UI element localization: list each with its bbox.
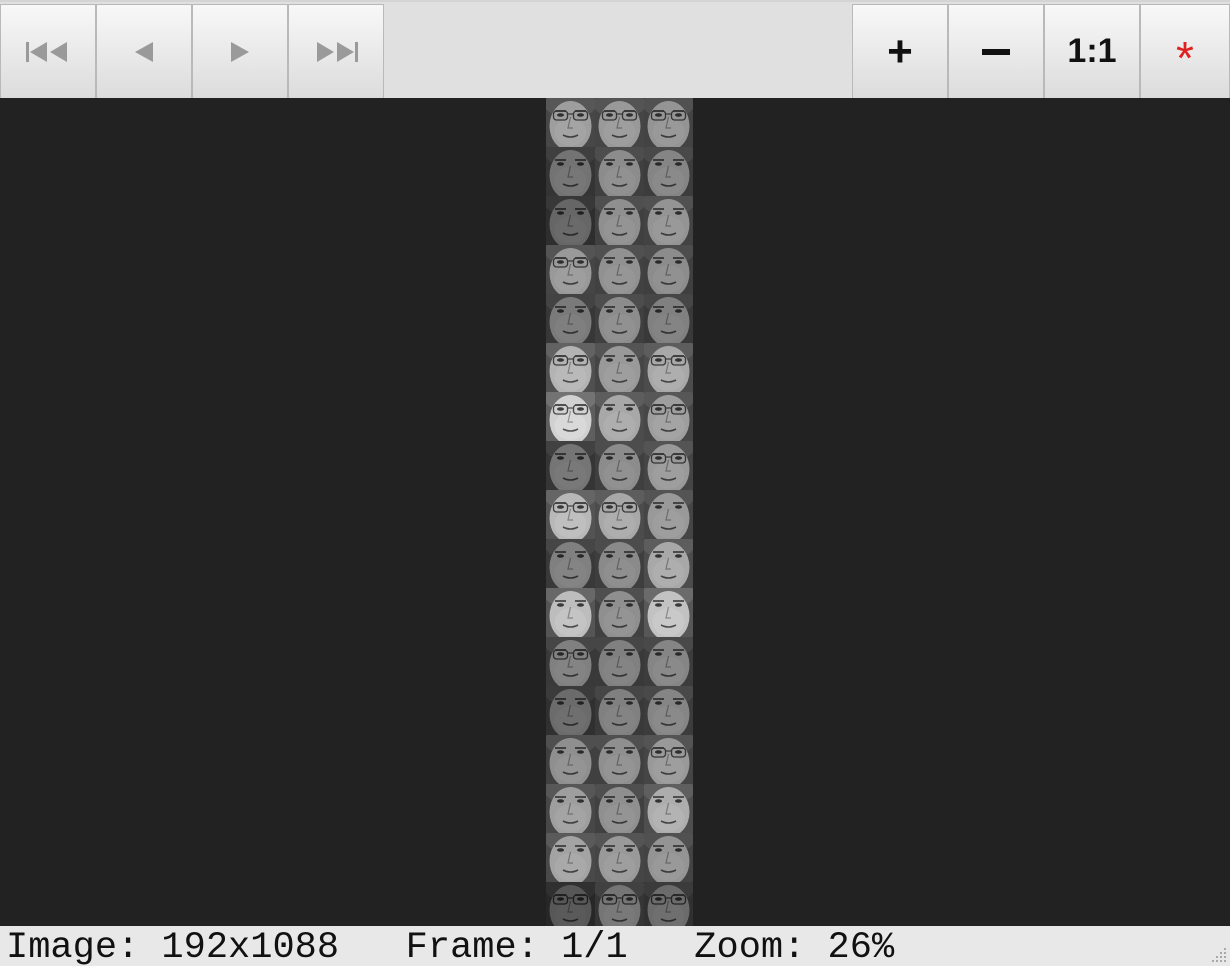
face-thumbnail [595, 490, 644, 539]
skip-to-start-icon [26, 41, 67, 62]
face-thumbnail [595, 294, 644, 343]
status-text: Image: 192x1088 Frame: 1/1 Zoom: 26% [6, 927, 895, 966]
face-thumbnail [595, 735, 644, 784]
face-thumbnail [644, 833, 693, 882]
face-thumbnail [644, 686, 693, 735]
zoom-in-button[interactable]: + [852, 4, 948, 99]
face-thumbnail [595, 784, 644, 833]
face-thumbnail [546, 196, 595, 245]
face-thumbnail [595, 588, 644, 637]
minus-icon [982, 48, 1010, 55]
face-thumbnail [546, 735, 595, 784]
triangle-right-icon [231, 41, 249, 62]
last-frame-button[interactable] [288, 4, 384, 99]
face-thumbnail [595, 441, 644, 490]
face-thumbnail [546, 343, 595, 392]
zoom-in-label: + [887, 26, 913, 76]
face-montage-image [546, 98, 693, 926]
previous-frame-button[interactable] [96, 4, 192, 99]
face-thumbnail [644, 588, 693, 637]
face-thumbnail [546, 392, 595, 441]
face-thumbnail [644, 196, 693, 245]
face-thumbnail [644, 735, 693, 784]
face-thumbnail [546, 686, 595, 735]
face-thumbnail [644, 441, 693, 490]
face-thumbnail [546, 539, 595, 588]
face-thumbnail [595, 539, 644, 588]
status-bar: Image: 192x1088 Frame: 1/1 Zoom: 26% [0, 926, 1230, 966]
image-viewer-window: + 1:1 * Image: 192x1088 Frame: 1/1 Zoom:… [0, 0, 1230, 966]
zoom-out-button[interactable] [948, 4, 1044, 99]
reset-view-button[interactable]: * [1140, 4, 1230, 99]
face-thumbnail [595, 833, 644, 882]
face-thumbnail [644, 490, 693, 539]
face-thumbnail [546, 98, 595, 147]
face-thumbnail [595, 392, 644, 441]
face-thumbnail [546, 147, 595, 196]
face-thumbnail [546, 882, 595, 926]
next-frame-button[interactable] [192, 4, 288, 99]
triangle-left-icon [135, 41, 153, 62]
actual-size-button[interactable]: 1:1 [1044, 4, 1140, 99]
face-thumbnail [546, 588, 595, 637]
face-thumbnail [546, 637, 595, 686]
face-thumbnail [546, 490, 595, 539]
resize-grip-icon[interactable] [1206, 942, 1228, 964]
face-thumbnail [644, 392, 693, 441]
face-thumbnail [546, 784, 595, 833]
face-thumbnail [595, 147, 644, 196]
actual-size-label: 1:1 [1067, 32, 1117, 70]
asterisk-icon: * [1176, 31, 1194, 84]
face-thumbnail [595, 882, 644, 926]
face-thumbnail [644, 539, 693, 588]
skip-to-end-icon [317, 41, 358, 62]
face-thumbnail [595, 686, 644, 735]
face-thumbnail [644, 147, 693, 196]
face-thumbnail [595, 98, 644, 147]
face-thumbnail [644, 882, 693, 926]
face-thumbnail [595, 343, 644, 392]
face-thumbnail [546, 245, 595, 294]
face-thumbnail [644, 343, 693, 392]
face-thumbnail [644, 245, 693, 294]
first-frame-button[interactable] [0, 4, 96, 99]
face-thumbnail [644, 637, 693, 686]
face-thumbnail [644, 784, 693, 833]
face-thumbnail [644, 294, 693, 343]
face-thumbnail [595, 245, 644, 294]
toolbar: + 1:1 * [0, 0, 1230, 99]
image-canvas[interactable] [0, 98, 1230, 926]
face-thumbnail [546, 833, 595, 882]
face-thumbnail [546, 294, 595, 343]
face-thumbnail [644, 98, 693, 147]
face-thumbnail [595, 637, 644, 686]
face-thumbnail [595, 196, 644, 245]
face-thumbnail [546, 441, 595, 490]
